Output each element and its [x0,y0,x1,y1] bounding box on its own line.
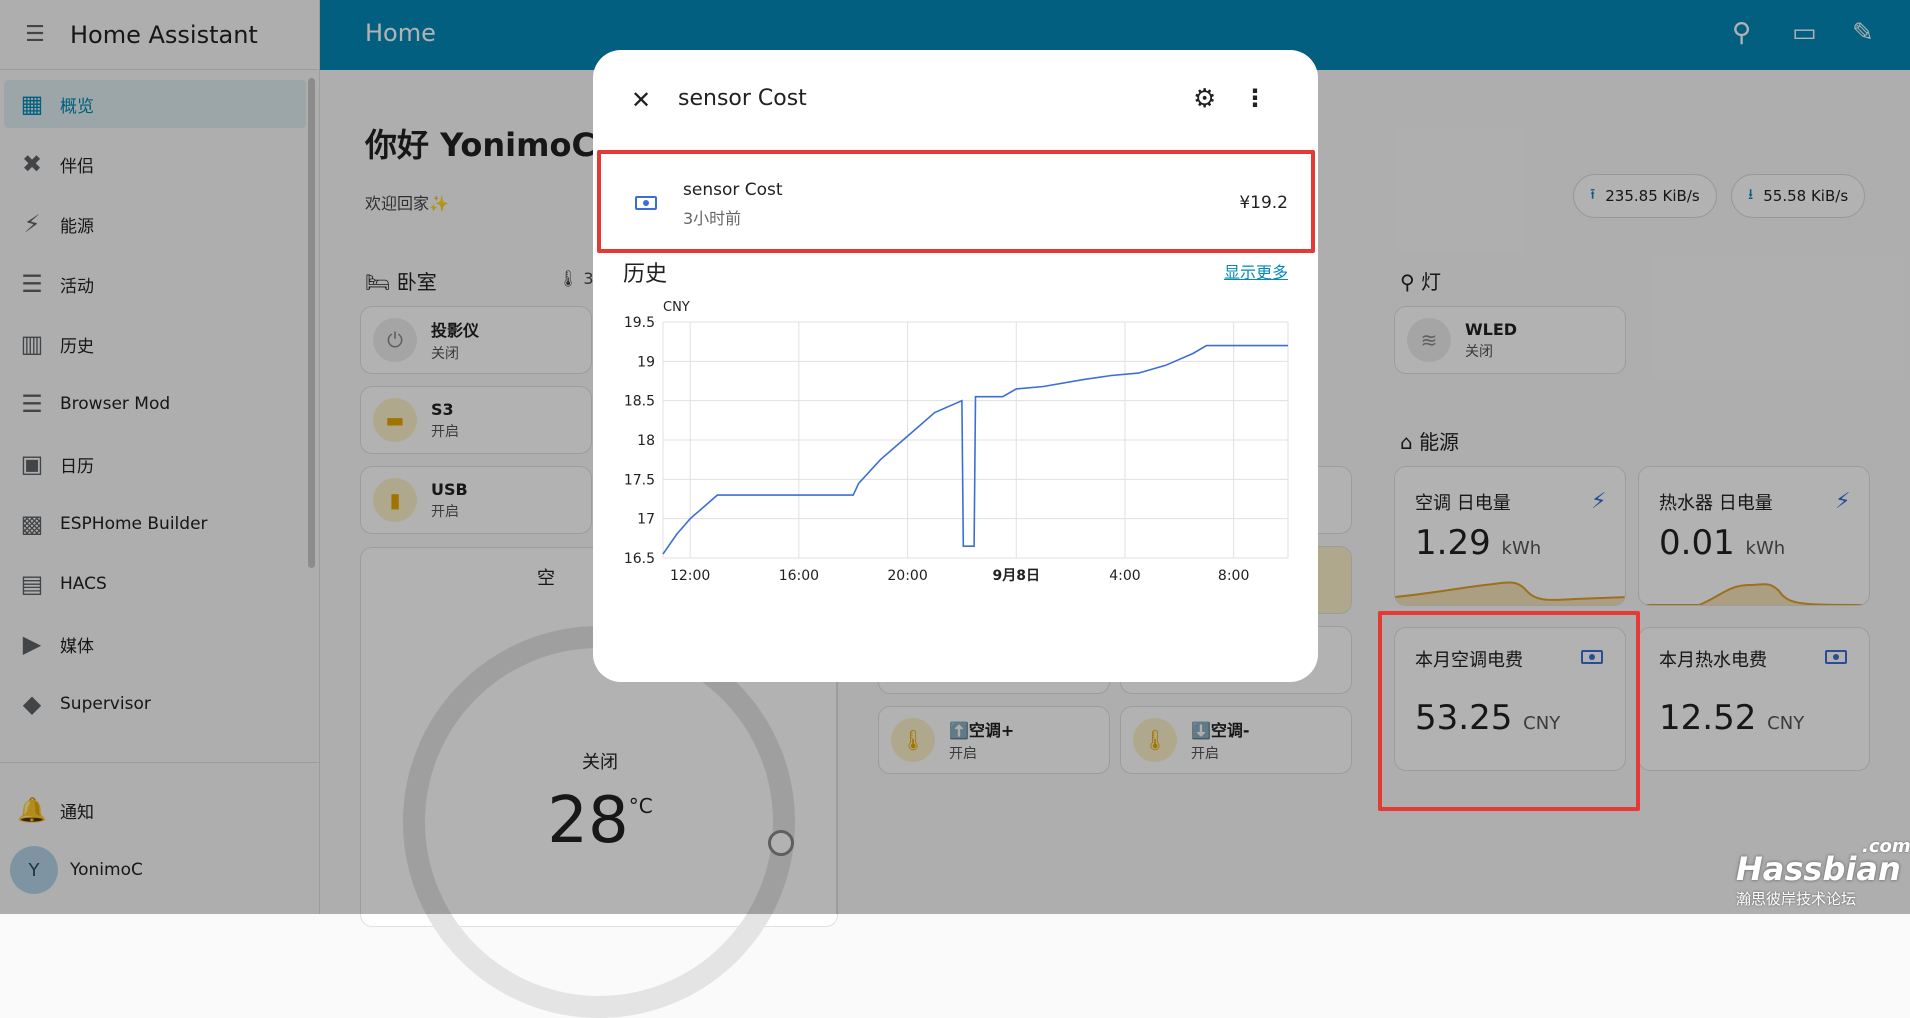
y-axis-unit: CNY [663,300,690,315]
y-tick-label: 16.5 [624,551,655,567]
y-tick-label: 18 [637,433,655,449]
entity-last-changed: 3小时前 [683,209,742,228]
highlight-box-monthly-cost [1378,611,1640,811]
history-title: 历史 [623,262,668,287]
history-chart[interactable]: CNY 19.5 19 18.5 18 17.5 17 16.5 12:00 16:00 20:… [593,290,1318,630]
x-tick-label: 16:00 [779,568,819,584]
more-vert-icon[interactable]: ⋮ [1243,84,1267,112]
more-info-dialog: ✕ sensor Cost ⚙ ⋮ sensor Cost 3小时前 ¥19.2… [593,50,1318,682]
x-tick-label: 20:00 [887,568,927,584]
cash-icon [635,196,657,210]
x-tick-label: 8:00 [1218,568,1249,584]
watermark-brand: Hassbian [1736,850,1901,888]
x-tick-label: 9月8日 [993,568,1040,584]
y-tick-label: 17.5 [624,472,655,488]
y-tick-label: 19 [637,354,655,370]
dialog-title: sensor Cost [678,86,807,111]
watermark-tagline: 瀚思彼岸技术论坛 [1736,890,1857,908]
y-tick-label: 18.5 [624,394,655,410]
gear-icon[interactable]: ⚙ [1193,84,1216,114]
entity-name: sensor Cost [683,180,783,200]
close-icon[interactable]: ✕ [631,86,651,114]
series-line [662,344,1288,555]
x-tick-label: 4:00 [1109,568,1140,584]
show-more-link[interactable]: 显示更多 [1224,259,1288,283]
y-tick-label: 19.5 [624,315,655,331]
x-tick-label: 12:00 [670,568,710,584]
highlight-box-entity-row [597,150,1315,253]
y-tick-label: 17 [637,512,655,528]
entity-state-value: ¥19.2 [1239,193,1288,213]
